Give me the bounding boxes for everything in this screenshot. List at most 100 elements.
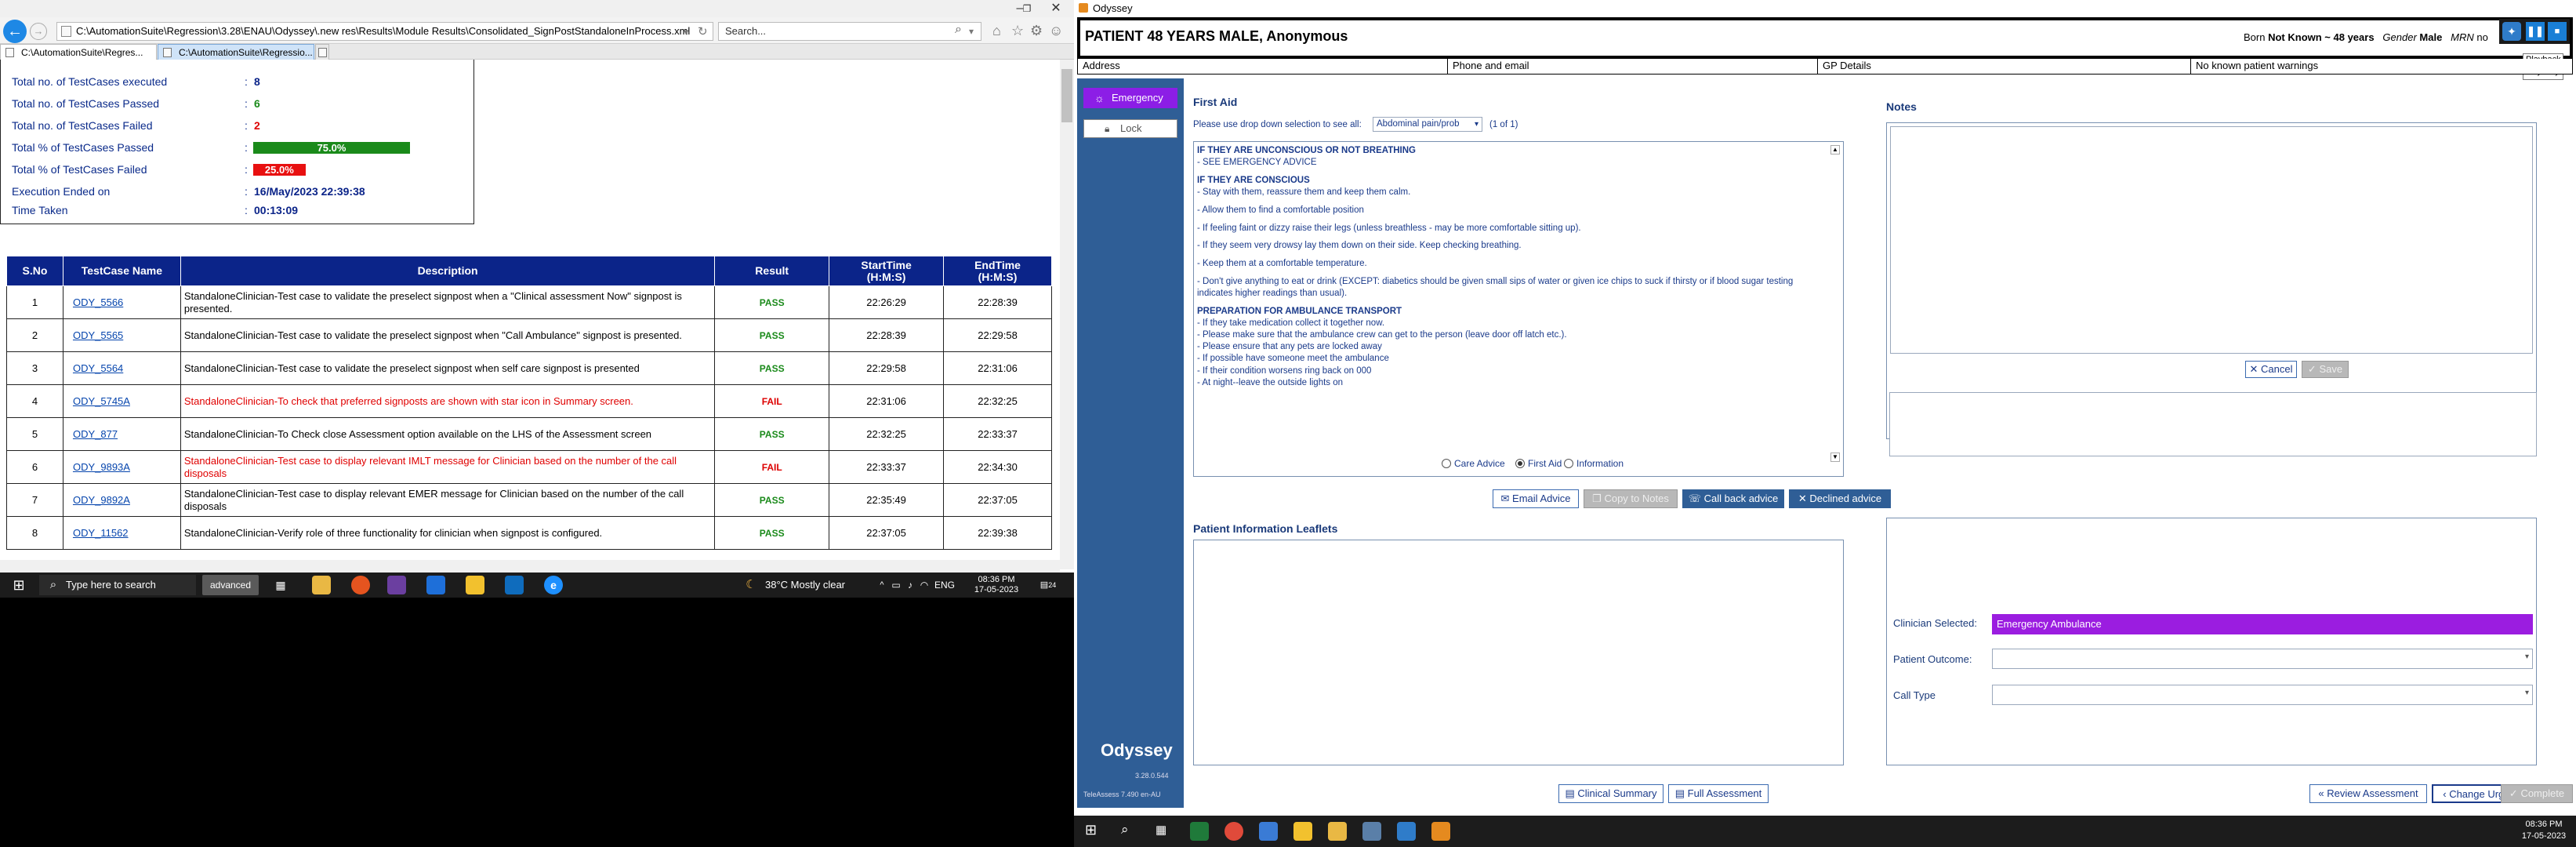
settings-icon[interactable]: ⚙ — [1030, 23, 1043, 39]
sticky-notes-icon[interactable] — [1293, 822, 1312, 841]
testcase-link[interactable]: ODY_877 — [62, 417, 181, 451]
call-back-advice-button[interactable]: ☏ Call back advice — [1682, 489, 1784, 508]
clinician-selected-field[interactable]: Emergency Ambulance — [1992, 614, 2533, 634]
tab-2[interactable]: C:\AutomationSuite\Regressio... — [158, 44, 314, 60]
patient-outcome-dropdown[interactable]: ▾ — [1992, 649, 2533, 669]
radio-information[interactable] — [1564, 459, 1573, 468]
call-type-dropdown[interactable]: ▾ — [1992, 685, 2533, 705]
tray-expand-icon[interactable]: ^ — [876, 575, 887, 595]
testcase-link[interactable]: ODY_9893A — [62, 450, 181, 484]
address-cell[interactable]: Address — [1078, 59, 1448, 74]
back-button[interactable]: ← — [3, 20, 27, 43]
chevron-down-icon: ▾ — [2524, 653, 2529, 661]
notes-save-button[interactable]: ✓ Save — [2302, 361, 2349, 378]
file-explorer-icon[interactable] — [312, 576, 331, 594]
radio-care-advice[interactable] — [1442, 459, 1451, 468]
description-cell: StandaloneClinician-Verify role of three… — [180, 516, 716, 550]
language-indicator[interactable]: ENG — [933, 575, 956, 595]
mrn-value: no — [2476, 31, 2488, 43]
testcase-link[interactable]: ODY_5745A — [62, 384, 181, 418]
task-view-icon[interactable]: ▦ — [271, 576, 290, 594]
testcase-link[interactable]: ODY_9892A — [62, 483, 181, 517]
review-assessment-button[interactable]: « Review Assessment — [2309, 784, 2427, 803]
outlook-icon[interactable] — [505, 576, 524, 594]
favorites-icon[interactable]: ☆ — [1011, 23, 1024, 39]
search-dropdown-icon[interactable]: ▾ — [969, 26, 974, 37]
declined-advice-button[interactable]: ✕ Declined advice — [1789, 489, 1891, 508]
refresh-icon[interactable]: ↻ — [698, 24, 708, 38]
notes-textarea[interactable] — [1890, 126, 2533, 354]
horizontal-scrollbar[interactable] — [0, 560, 1060, 573]
close-icon[interactable]: ✕ — [1038, 0, 1074, 17]
email-advice-button[interactable]: ✉ Email Advice — [1493, 489, 1579, 508]
scroll-up-icon[interactable]: ▲ — [1830, 145, 1840, 154]
new-tab-button[interactable] — [315, 44, 329, 60]
internet-explorer-icon[interactable]: e — [544, 576, 563, 594]
search-input[interactable]: Search... — [718, 22, 981, 41]
taskbar-search[interactable]: Type here to search — [39, 575, 196, 595]
app-icon[interactable] — [1259, 822, 1278, 841]
tab-1[interactable]: C:\AutomationSuite\Regres... — [0, 44, 157, 60]
app-icon[interactable] — [426, 576, 445, 594]
phone-cell[interactable]: Phone and email — [1448, 59, 1818, 74]
testcase-link[interactable]: ODY_5565 — [62, 318, 181, 352]
taskbar-app-advanced[interactable]: advanced — [202, 575, 259, 595]
search-icon[interactable]: ⌕ — [955, 23, 962, 37]
dropdown-icon[interactable]: ▾ — [684, 26, 689, 38]
end-time-cell: 22:29:58 — [943, 318, 1052, 352]
firefox-icon[interactable] — [351, 576, 370, 594]
clinical-summary-button[interactable]: ▤ Clinical Summary — [1558, 784, 1664, 803]
gp-cell[interactable]: GP Details — [1818, 59, 2191, 74]
home-icon[interactable]: ⌂ — [992, 23, 1001, 39]
search-icon[interactable]: ⌕ — [1121, 822, 1129, 838]
playback-logo-icon[interactable]: ✦ — [2502, 22, 2521, 41]
app-icon[interactable] — [1362, 822, 1381, 841]
clock[interactable]: 08:36 PM 17-05-2023 — [966, 575, 1027, 595]
first-aid-line: - Stay with them, reassure them and keep… — [1197, 187, 1411, 198]
url-field[interactable]: C:\AutomationSuite\Regression\3.28\ENAU\… — [56, 22, 713, 41]
weather-text[interactable]: 38°C Mostly clear — [765, 575, 875, 595]
warnings-cell[interactable]: No known patient warnings — [2191, 59, 2573, 74]
notification-icon[interactable]: ▤24 — [1036, 575, 1060, 595]
excel-icon[interactable] — [1190, 822, 1209, 841]
task-view-icon[interactable]: ▦ — [1156, 823, 1166, 837]
windows-start-icon[interactable]: ⊞ — [1085, 822, 1097, 838]
testcase-link[interactable]: ODY_11562 — [62, 516, 181, 550]
scroll-thumb[interactable] — [1061, 69, 1072, 122]
file-explorer-icon[interactable] — [1328, 822, 1347, 841]
vertical-scrollbar[interactable] — [1060, 60, 1074, 569]
odyssey-titlebar: Odyssey — [1074, 0, 2576, 17]
notes-cancel-button[interactable]: ✕ Cancel — [2245, 361, 2297, 378]
first-aid-text-panel[interactable]: IF THEY ARE UNCONSCIOUS OR NOT BREATHING… — [1193, 141, 1844, 477]
complete-button[interactable]: ✓ Complete — [2501, 784, 2573, 803]
fail-percent-bar: 25.0% — [253, 164, 306, 176]
teams-icon[interactable] — [387, 576, 406, 594]
network-icon[interactable]: ▭ — [891, 575, 902, 595]
lock-button[interactable]: 🔒︎ Lock — [1083, 119, 1177, 138]
radio-first-aid[interactable] — [1515, 459, 1525, 468]
wifi-icon[interactable]: ◠ — [919, 575, 930, 595]
forward-button[interactable]: → — [30, 23, 47, 40]
weather-icon: ☾ — [746, 578, 756, 591]
full-assessment-button[interactable]: ▤ Full Assessment — [1668, 784, 1769, 803]
sticky-notes-icon[interactable] — [466, 576, 484, 594]
smiley-icon[interactable]: ☺ — [1049, 23, 1063, 39]
stop-icon[interactable]: ■ — [2548, 22, 2567, 41]
testcase-link[interactable]: ODY_5564 — [62, 351, 181, 385]
volume-icon[interactable]: ♪ — [905, 575, 916, 595]
born-value: Not Known ~ 48 years — [2268, 31, 2375, 43]
restore-icon[interactable]: ❐ — [1019, 0, 1035, 17]
colon: : — [245, 97, 248, 110]
clock[interactable]: 08:36 PM 17-05-2023 — [2516, 819, 2571, 842]
copy-to-notes-button[interactable]: ❐ Copy to Notes — [1584, 489, 1678, 508]
scroll-down-icon[interactable]: ▼ — [1830, 453, 1840, 462]
playback-app-icon[interactable] — [1397, 822, 1416, 841]
testcase-link[interactable]: ODY_5566 — [62, 285, 181, 319]
leaflets-panel[interactable] — [1193, 540, 1844, 765]
condition-dropdown[interactable]: Abdominal pain/prob ▾ — [1373, 117, 1482, 132]
windows-start-icon[interactable]: ⊞ — [9, 575, 28, 595]
chrome-icon[interactable] — [1225, 822, 1243, 841]
pause-icon[interactable]: ❚❚ — [2526, 22, 2545, 41]
emergency-button[interactable]: ☼ Emergency — [1083, 88, 1177, 108]
odyssey-app-icon[interactable] — [1431, 822, 1450, 841]
